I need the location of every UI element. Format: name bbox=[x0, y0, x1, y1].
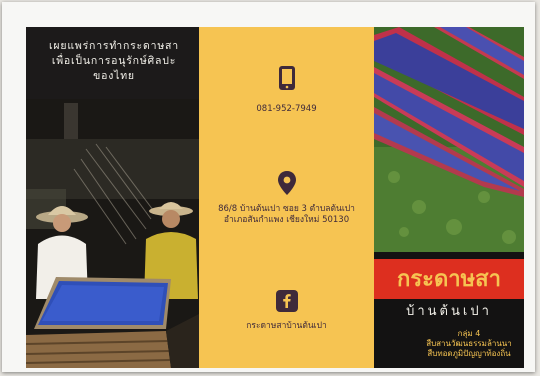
brochure: เผยแพร่การทำกระดาษสา เพื่อเป็นการอนุรักษ… bbox=[26, 27, 524, 368]
drying-frames-photo bbox=[374, 27, 524, 252]
group-line-2: สืบทอดภูมิปัญญาท้องถิ่น bbox=[427, 349, 511, 358]
phone-icon bbox=[199, 65, 374, 95]
contact-panel: 081-952-7949 86/8 บ้านต้นเปา ซอย 3 ตำบลต… bbox=[199, 27, 374, 368]
title-panel: กระดาษสา บ้านต้นเปา กลุ่ม 4 สืบสานวัฒนธร… bbox=[374, 27, 524, 368]
facebook-icon bbox=[199, 290, 374, 316]
artisans-illustration bbox=[26, 99, 199, 368]
left-panel-title: เผยแพร่การทำกระดาษสา เพื่อเป็นการอนุรักษ… bbox=[49, 40, 179, 82]
group-line-1: สืบสานวัฒนธรรมล้านนา bbox=[426, 339, 512, 348]
group-label: กลุ่ม 4 bbox=[457, 329, 481, 338]
facebook-page-name: กระดาษสาบ้านต้นเปา bbox=[246, 321, 327, 331]
address-text: 86/8 บ้านต้นเปา ซอย 3 ตำบลต้นเปา อำเภอสั… bbox=[218, 204, 355, 225]
location-pin-icon bbox=[199, 170, 374, 200]
left-panel: เผยแพร่การทำกระดาษสา เพื่อเป็นการอนุรักษ… bbox=[26, 27, 199, 368]
phone-number: 081-952-7949 bbox=[256, 104, 317, 114]
photo-frame: เผยแพร่การทำกระดาษสา เพื่อเป็นการอนุรักษ… bbox=[2, 2, 535, 372]
group-info: กลุ่ม 4 สืบสานวัฒนธรรมล้านนา สืบทอดภูมิป… bbox=[414, 329, 524, 359]
artisans-photo bbox=[26, 99, 199, 368]
brochure-subtitle: บ้านต้นเปา bbox=[406, 304, 492, 319]
brochure-title: กระดาษสา bbox=[397, 267, 501, 292]
drying-frames-illustration bbox=[374, 27, 524, 252]
